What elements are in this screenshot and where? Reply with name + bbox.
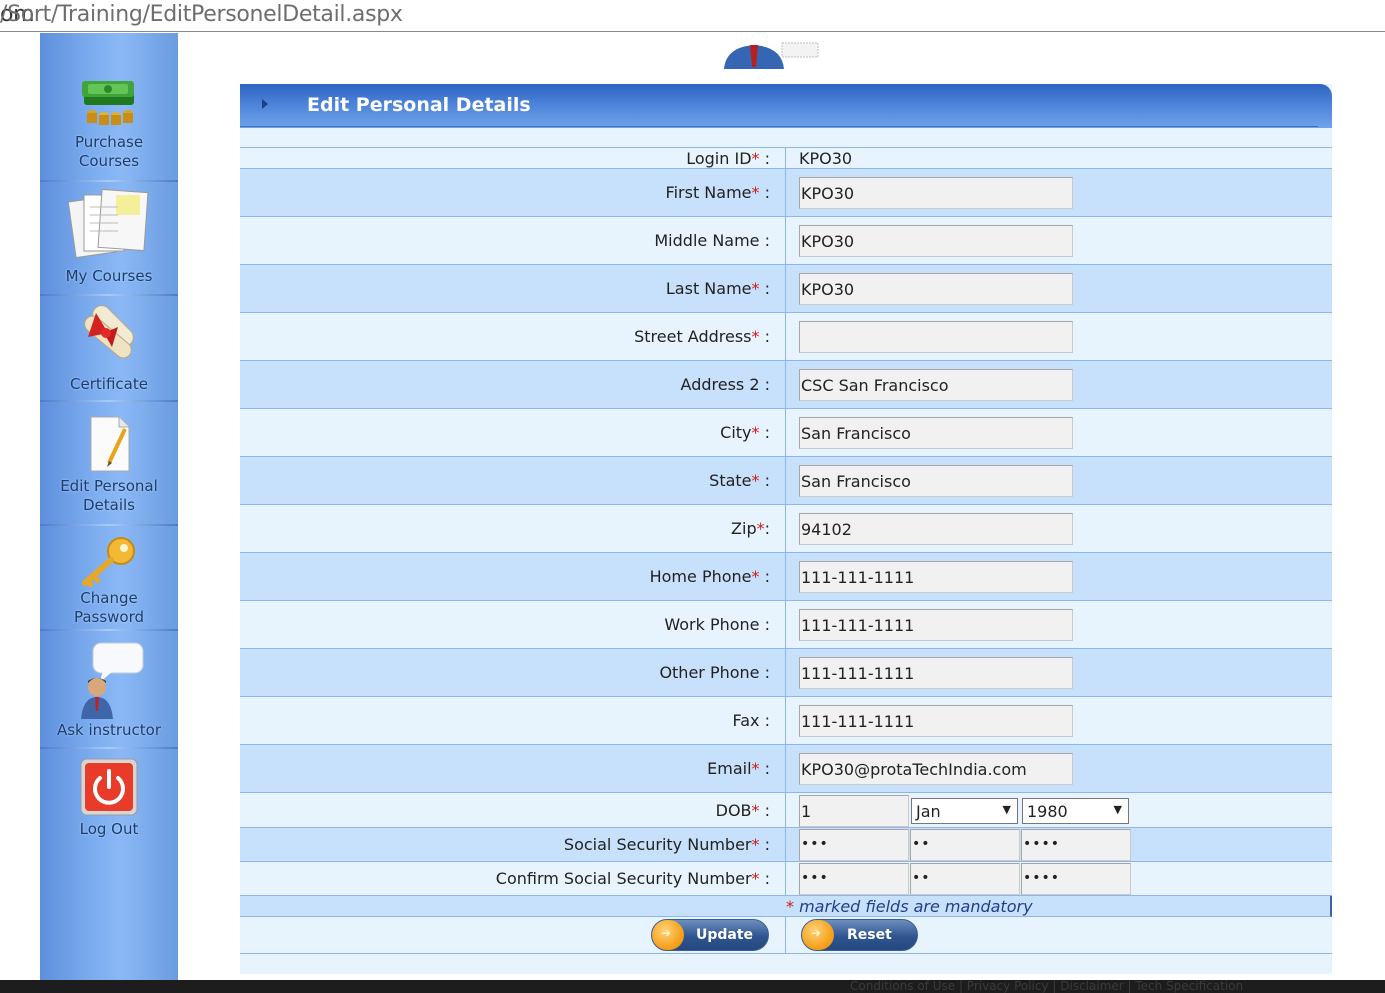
edit-document-icon — [90, 416, 130, 472]
state-label: State* : — [709, 471, 770, 490]
state-row: State* : San Francisco — [240, 457, 1332, 505]
form-title: Edit Personal Details — [307, 94, 531, 116]
address-bar[interactable]: om/Sort/Training/EditPersonelDetail.aspx — [0, 0, 1385, 32]
work-phone-input[interactable]: 111-111-1111 — [799, 609, 1073, 641]
middle-name-label: Middle Name : — [654, 231, 770, 250]
city-label: City* : — [720, 423, 770, 442]
form-header: Edit Personal Details — [240, 84, 1332, 128]
other-phone-row: Other Phone : 111-111-1111 — [240, 649, 1332, 697]
confirm-ssn-row: Confirm Social Security Number* : ••• ••… — [240, 862, 1332, 896]
last-name-input[interactable]: KPO30 — [799, 273, 1073, 305]
street-address-input[interactable] — [799, 321, 1073, 353]
user-avatar-icon — [724, 42, 819, 69]
edit-personal-details-form: Edit Personal Details Login ID* : KPO30 … — [240, 84, 1332, 974]
ssn-row: Social Security Number* : ••• •• •••• — [240, 828, 1332, 862]
sidebar-item-my-courses[interactable]: My Courses — [40, 187, 178, 286]
last-name-row: Last Name* : KPO30 — [240, 265, 1332, 313]
dob-day-input[interactable]: 1 — [799, 795, 909, 827]
arrow-right-icon — [652, 920, 684, 950]
power-button-icon — [80, 758, 138, 816]
state-input[interactable]: San Francisco — [799, 465, 1073, 497]
city-input[interactable]: San Francisco — [799, 417, 1073, 449]
work-phone-row: Work Phone : 111-111-1111 — [240, 601, 1332, 649]
sidebar-item-log-out[interactable]: Log Out — [40, 756, 178, 839]
bottom-bar: Conditions of Use | Privacy Policy | Dis… — [0, 979, 1385, 993]
fax-input[interactable]: 111-111-1111 — [799, 705, 1073, 737]
address-2-row: Address 2 : CSC San Francisco — [240, 361, 1332, 409]
zip-input[interactable]: 94102 — [799, 513, 1073, 545]
sidebar-item-certificate[interactable]: Certificate — [40, 303, 178, 394]
mandatory-note-row: * marked fields are mandatory — [240, 896, 1332, 917]
diploma-scroll-icon — [84, 305, 134, 359]
street-address-label: Street Address* : — [634, 327, 770, 346]
city-row: City* : San Francisco — [240, 409, 1332, 457]
dob-row: DOB* : 1 Jan ▼ 1980 ▼ — [240, 793, 1332, 828]
first-name-input[interactable]: KPO30 — [799, 177, 1073, 209]
documents-icon — [67, 188, 149, 259]
login-id-value: KPO30 — [799, 149, 853, 168]
last-name-label: Last Name* : — [665, 279, 770, 298]
ssn-part1-input[interactable]: ••• — [799, 829, 909, 861]
update-button[interactable]: Update — [651, 919, 769, 951]
middle-name-input[interactable]: KPO30 — [799, 225, 1073, 257]
email-label: Email* : — [707, 759, 770, 778]
address-2-label: Address 2 : — [680, 375, 770, 394]
street-address-row: Street Address* : — [240, 313, 1332, 361]
ssn-part2-input[interactable]: •• — [910, 829, 1020, 861]
zip-label: Zip*: — [731, 519, 770, 538]
chevron-down-icon: ▼ — [1002, 803, 1011, 816]
money-stack-icon — [82, 81, 134, 125]
header-arrow-icon — [262, 99, 268, 109]
buttons-row: Update Reset — [240, 917, 1332, 954]
chevron-down-icon: ▼ — [1113, 803, 1122, 816]
confirm-ssn-part3-input[interactable]: •••• — [1021, 863, 1131, 895]
home-phone-label: Home Phone* : — [649, 567, 770, 586]
dob-month-select[interactable]: Jan ▼ — [911, 798, 1018, 824]
arrow-right-icon — [802, 920, 834, 950]
speech-bubble-person-icon — [81, 642, 144, 719]
other-phone-label: Other Phone : — [659, 663, 770, 682]
fax-row: Fax : 111-111-1111 — [240, 697, 1332, 745]
email-row: Email* : KPO30@protaTechIndia.com — [240, 745, 1332, 793]
sidebar-item-purchase-courses[interactable]: Purchase Courses — [40, 73, 178, 171]
footer-links[interactable]: Conditions of Use | Privacy Policy | Dis… — [850, 979, 1243, 993]
key-icon — [82, 537, 135, 588]
login-id-row: Login ID* : KPO30 — [240, 148, 1332, 169]
sidebar-item-edit-personal-details[interactable]: Edit Personal Details — [40, 411, 178, 515]
middle-name-row: Middle Name : KPO30 — [240, 217, 1332, 265]
first-name-label: First Name* : — [665, 183, 770, 202]
sidebar-item-change-password[interactable]: Change Password — [40, 533, 178, 627]
other-phone-input[interactable]: 111-111-1111 — [799, 657, 1073, 689]
dob-year-select[interactable]: 1980 ▼ — [1022, 798, 1129, 824]
home-phone-input[interactable]: 111-111-1111 — [799, 561, 1073, 593]
reset-button[interactable]: Reset — [801, 919, 918, 951]
home-phone-row: Home Phone* : 111-111-1111 — [240, 553, 1332, 601]
mandatory-note: * marked fields are mandatory — [786, 897, 1033, 916]
first-name-row: First Name* : KPO30 — [240, 169, 1332, 217]
ssn-part3-input[interactable]: •••• — [1021, 829, 1131, 861]
address-2-input[interactable]: CSC San Francisco — [799, 369, 1073, 401]
zip-row: Zip*: 94102 — [240, 505, 1332, 553]
email-input[interactable]: KPO30@protaTechIndia.com — [799, 753, 1073, 785]
fax-label: Fax : — [732, 711, 771, 730]
confirm-ssn-part2-input[interactable]: •• — [910, 863, 1020, 895]
sidebar-item-ask-instructor[interactable]: Ask instructor — [40, 639, 178, 740]
work-phone-label: Work Phone : — [664, 615, 770, 634]
sidebar: Purchase Courses My Courses Certificate — [40, 33, 178, 980]
confirm-ssn-part1-input[interactable]: ••• — [799, 863, 909, 895]
